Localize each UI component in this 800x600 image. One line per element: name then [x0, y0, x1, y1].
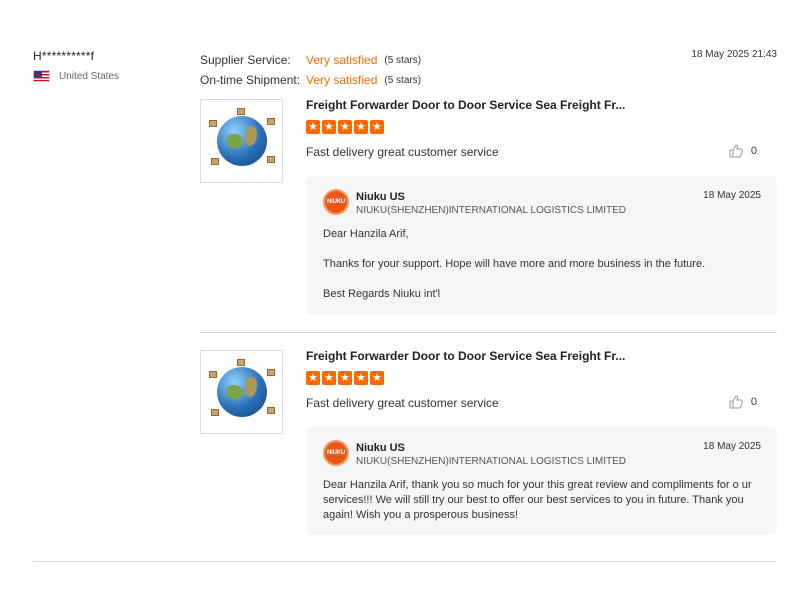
ratings-summary: Supplier Service: Very satisfied (5 star…: [200, 50, 421, 90]
star-icon: ★: [338, 371, 352, 385]
reply-paragraph: Best Regards Niuku int'l: [323, 288, 441, 300]
reviewer-info: H**********f United States: [33, 49, 119, 82]
rating-value: Very satisfied: [306, 73, 378, 87]
reply-date: 18 May 2025: [703, 441, 761, 452]
rating-stars-text: (5 stars): [384, 74, 422, 86]
rating-row-supplier-service: Supplier Service: Very satisfied (5 star…: [200, 50, 421, 70]
supplier-company: NIUKU(SHENZHEN)INTERNATIONAL LOGISTICS L…: [356, 205, 627, 216]
supplier-logo: NIUKU: [323, 440, 349, 466]
like-button[interactable]: 0: [729, 144, 757, 158]
like-button[interactable]: 0: [729, 395, 757, 409]
star-icon: ★: [354, 120, 368, 134]
reply-paragraph: Dear Hanzila Arif, thank you so much for…: [323, 479, 752, 521]
supplier-name: Niuku US: [356, 191, 405, 203]
supplier-company: NIUKU(SHENZHEN)INTERNATIONAL LOGISTICS L…: [356, 456, 627, 467]
star-rating: ★ ★ ★ ★ ★: [306, 120, 384, 134]
like-count: 0: [750, 396, 757, 408]
globe-image: [208, 108, 275, 166]
rating-label: On-time Shipment:: [200, 73, 301, 87]
rating-label: Supplier Service:: [200, 53, 291, 67]
reviewer-name: H**********f: [33, 49, 95, 63]
star-icon: ★: [370, 120, 384, 134]
product-thumbnail[interactable]: [200, 350, 283, 434]
us-flag-icon: [33, 70, 50, 82]
star-icon: ★: [306, 120, 320, 134]
supplier-reply: NIUKU Niuku US NIUKU(SHENZHEN)INTERNATIO…: [306, 176, 777, 315]
star-icon: ★: [322, 371, 336, 385]
country-name: United States: [59, 70, 120, 82]
review-comment: Fast delivery great customer service: [306, 396, 499, 410]
supplier-name: Niuku US: [356, 442, 405, 454]
rating-row-on-time-shipment: On-time Shipment: Very satisfied (5 star…: [200, 70, 421, 90]
star-icon: ★: [354, 371, 368, 385]
star-icon: ★: [306, 371, 320, 385]
star-icon: ★: [338, 120, 352, 134]
reply-date: 18 May 2025: [703, 190, 761, 201]
reply-paragraph: Dear Hanzila Arif,: [323, 228, 409, 240]
reply-text: Dear Hanzila Arif, Thanks for your suppo…: [323, 227, 763, 317]
supplier-reply: NIUKU Niuku US NIUKU(SHENZHEN)INTERNATIO…: [306, 427, 777, 535]
thumbs-up-icon: [729, 144, 743, 158]
rating-stars-text: (5 stars): [384, 54, 422, 66]
product-title-link[interactable]: Freight Forwarder Door to Door Service S…: [306, 349, 625, 363]
reply-text: Dear Hanzila Arif, thank you so much for…: [323, 478, 763, 538]
globe-image: [208, 359, 275, 417]
reviewer-country: United States: [33, 70, 119, 82]
product-title-link[interactable]: Freight Forwarder Door to Door Service S…: [306, 98, 625, 112]
product-thumbnail[interactable]: [200, 99, 283, 183]
supplier-logo: NIUKU: [323, 189, 349, 215]
star-icon: ★: [370, 371, 384, 385]
rating-value: Very satisfied: [306, 53, 378, 67]
divider: [33, 561, 777, 562]
star-rating: ★ ★ ★ ★ ★: [306, 371, 384, 385]
reply-paragraph: Thanks for your support. Hope will have …: [323, 258, 706, 270]
review-comment: Fast delivery great customer service: [306, 145, 499, 159]
divider: [200, 332, 777, 333]
star-icon: ★: [322, 120, 336, 134]
like-count: 0: [750, 145, 757, 157]
thumbs-up-icon: [729, 395, 743, 409]
review-timestamp: 18 May 2025 21:43: [691, 49, 777, 60]
